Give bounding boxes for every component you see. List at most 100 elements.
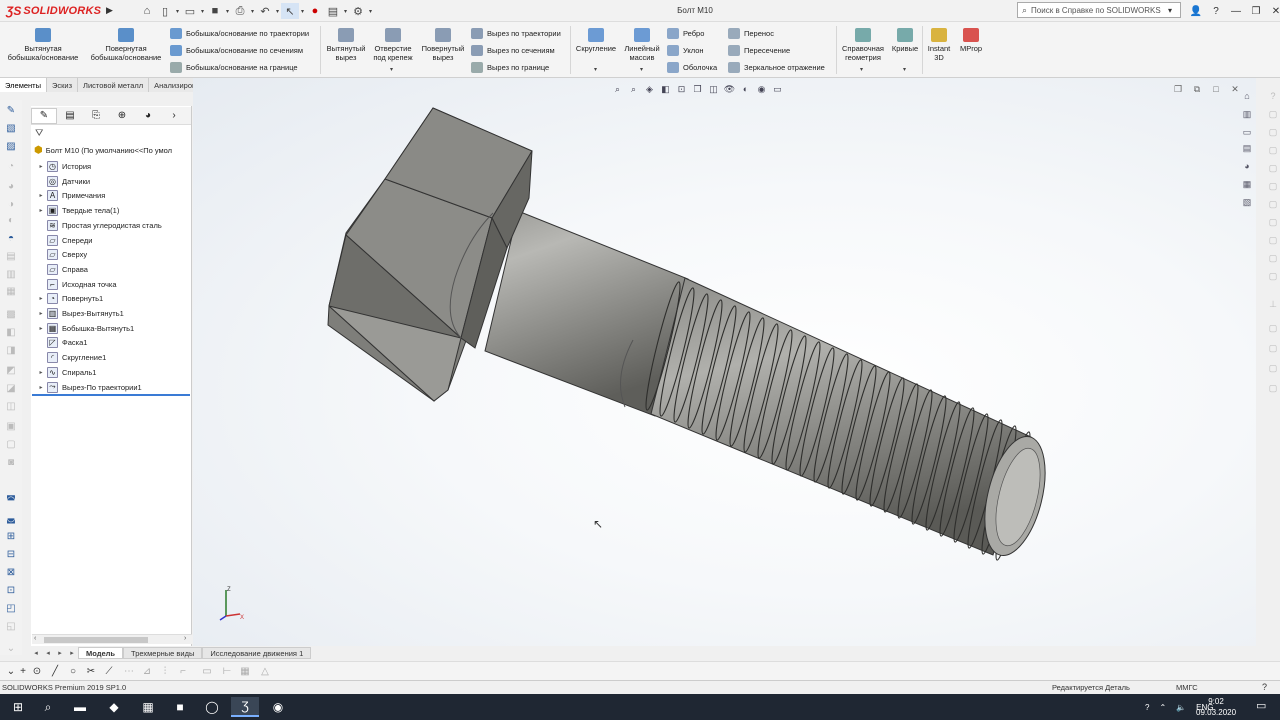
close-icon[interactable]: ✕ xyxy=(1266,3,1280,19)
dimension-icon[interactable]: ⊢ xyxy=(220,665,234,677)
help-icon[interactable]: ? xyxy=(1206,3,1226,19)
shell-button[interactable]: Оболочка xyxy=(667,60,717,74)
restore-icon[interactable]: ❐ xyxy=(1170,83,1186,95)
volume-icon[interactable]: 🔈 xyxy=(1176,703,1186,712)
linear-pattern-button[interactable]: Линейный массив xyxy=(620,28,664,62)
tree-item[interactable]: ▱ Спереди xyxy=(35,234,92,247)
command-tab[interactable]: Листовой металл xyxy=(78,78,150,92)
up-arrow-icon[interactable]: ⌃ xyxy=(1159,703,1166,712)
draft-analysis-icon[interactable]: ◰ xyxy=(4,602,18,614)
tree-item[interactable]: ▸ ◷ История xyxy=(35,160,91,173)
home-icon[interactable]: ⌂ xyxy=(138,3,156,19)
tree-item[interactable]: ≋ Простая углеродистая сталь xyxy=(35,219,162,232)
property-manager-tab-icon[interactable]: ▤ xyxy=(57,108,83,124)
extrude-icon[interactable]: ▨ xyxy=(4,140,18,152)
file-explorer-pane-icon[interactable]: ▭ xyxy=(1240,126,1254,138)
mirror-icon[interactable]: ◨ xyxy=(4,344,18,356)
fillet-icon[interactable]: ◐ xyxy=(4,214,18,226)
revolve-icon[interactable]: ◔ xyxy=(4,160,18,172)
pane-item-icon[interactable]: ▢ xyxy=(1266,382,1280,394)
solidworks-taskbar-icon[interactable]: Ʒ xyxy=(231,697,259,717)
undo-icon[interactable]: ↶ xyxy=(256,3,274,19)
chevron-down-icon[interactable]: ▾ xyxy=(224,8,231,15)
chevron-down-icon[interactable]: ▾ xyxy=(274,8,281,15)
start-icon[interactable]: ⊞ xyxy=(4,697,32,717)
app-icon[interactable]: ◆ xyxy=(100,697,128,717)
section-icon[interactable]: ▢ xyxy=(4,438,18,450)
calculator-icon[interactable]: ▦ xyxy=(134,697,162,717)
select-cursor-icon[interactable]: ↖ xyxy=(281,3,299,19)
chevron-down-icon[interactable]: ▾ xyxy=(342,8,349,15)
tree-item[interactable]: ▱ Сверху xyxy=(35,248,87,261)
expand-arrow-icon[interactable]: ▸ xyxy=(35,384,47,391)
expand-arrow-icon[interactable]: ▸ xyxy=(35,295,47,302)
solidworks-launcher-icon[interactable]: ◉ xyxy=(264,697,292,717)
tree-item[interactable]: ◸ Фаска1 xyxy=(35,336,87,349)
parting-icon[interactable]: ⊠ xyxy=(4,566,18,578)
pane-item-icon[interactable]: ▢ xyxy=(1266,322,1280,334)
tree-item[interactable]: ▸ ▥ Вырез-Вытянуть1 xyxy=(35,307,124,320)
configuration-tab-icon[interactable]: ⎘ xyxy=(83,108,109,124)
pane-item-icon[interactable]: ▢ xyxy=(1266,234,1280,246)
zoom-to-fit-icon[interactable]: ⌕ xyxy=(610,83,625,95)
notification-icon[interactable]: ▭ xyxy=(1256,699,1266,712)
chevron-right-icon[interactable]: › xyxy=(161,108,187,124)
previous-view-icon[interactable]: ◈ xyxy=(642,83,657,95)
convert-icon[interactable]: ⟋ xyxy=(102,665,116,677)
pane-item-icon[interactable]: ▢ xyxy=(1266,162,1280,174)
revolved-cut-button[interactable]: Повернутый вырез xyxy=(419,28,467,62)
tree-item[interactable]: ▸ ▣ Твердые тела(1) xyxy=(35,204,119,217)
bottom-tab[interactable]: Исследование движения 1 xyxy=(202,647,312,659)
circle-tool-icon[interactable]: ○ xyxy=(66,665,80,677)
tab-nav-last-icon[interactable]: ▸ xyxy=(66,647,78,659)
chevron-down-icon[interactable]: ▾ xyxy=(594,66,597,73)
symmetry-icon[interactable]: ◱ xyxy=(4,620,18,632)
rectangle-icon[interactable]: ▭ xyxy=(200,665,214,677)
reference-geometry-button[interactable]: Справочная геометрия xyxy=(839,28,887,62)
chevron-down-icon[interactable]: ▾ xyxy=(903,66,906,73)
menu-expand-icon[interactable]: ▶ xyxy=(106,5,114,17)
zebra-icon[interactable]: ◚ xyxy=(4,494,18,506)
home-pane-icon[interactable]: ⌂ xyxy=(1240,90,1254,102)
draft-button[interactable]: Уклон xyxy=(667,43,704,57)
tree-item[interactable]: ▱ Справа xyxy=(35,263,88,276)
bottom-tab[interactable]: Модель xyxy=(78,647,124,659)
expand-arrow-icon[interactable]: ▸ xyxy=(35,192,47,199)
intersect-icon[interactable]: ◧ xyxy=(4,326,18,338)
pane-item-icon[interactable]: ▢ xyxy=(1266,126,1280,138)
rollback-bar[interactable] xyxy=(32,394,190,396)
mprop-button[interactable]: MProp xyxy=(956,28,986,53)
tree-item[interactable]: ⌐ Исходная точка xyxy=(35,278,117,291)
smart-dimension-icon[interactable]: ✎ xyxy=(4,104,18,116)
tree-item[interactable]: ▸ ⤳ Вырез-По траектории1 xyxy=(35,381,142,394)
tree-item[interactable]: ◎ Датчики xyxy=(35,175,90,188)
opera-icon[interactable]: ◯ xyxy=(198,697,226,717)
custom-properties-icon[interactable]: ▦ xyxy=(1240,178,1254,190)
clock[interactable]: 9:02 09.03.2020 xyxy=(1196,696,1236,718)
bottom-tab[interactable]: Трехмерные виды xyxy=(123,647,203,659)
deviation-icon[interactable]: ⊞ xyxy=(4,530,18,542)
scroll-right-icon[interactable]: › xyxy=(184,635,186,642)
instant3d-button[interactable]: Instant 3D xyxy=(924,28,954,62)
pattern-sketch-icon[interactable]: ⫶ xyxy=(158,665,172,677)
save-icon[interactable]: ■ xyxy=(206,3,224,19)
pane-item-icon[interactable]: ▢ xyxy=(1266,180,1280,192)
measure-pane-icon[interactable]: ⊥ xyxy=(1266,298,1280,310)
tree-item[interactable]: ▸ ∿ Спираль1 xyxy=(35,366,96,379)
zoom-to-area-icon[interactable]: ⌕ xyxy=(626,83,641,95)
chevron-down-icon[interactable]: ▾ xyxy=(367,8,374,15)
filter-icon[interactable]: ⛛ xyxy=(35,128,43,139)
point-icon[interactable]: + xyxy=(16,665,30,677)
more-icon[interactable]: ⌄ xyxy=(4,642,18,654)
expand-arrow-icon[interactable]: ▸ xyxy=(35,310,47,317)
lofted-boss-button[interactable]: Бобышка/основание по сечениям xyxy=(170,43,303,57)
mass-props-icon[interactable]: ▣ xyxy=(4,420,18,432)
sketch-icon[interactable]: ▧ xyxy=(4,122,18,134)
tab-nav-prev-icon[interactable]: ◂ xyxy=(42,647,54,659)
display-style-icon[interactable]: ◫ xyxy=(706,83,721,95)
boundary-cut-button[interactable]: Вырез по границе xyxy=(471,60,549,74)
move-button[interactable]: Перенос xyxy=(728,26,774,40)
minimize-icon[interactable]: — xyxy=(1226,3,1246,19)
edit-appearance-icon[interactable]: ◐ xyxy=(738,83,753,95)
mirror-sketch-icon[interactable]: ⊿ xyxy=(140,665,154,677)
